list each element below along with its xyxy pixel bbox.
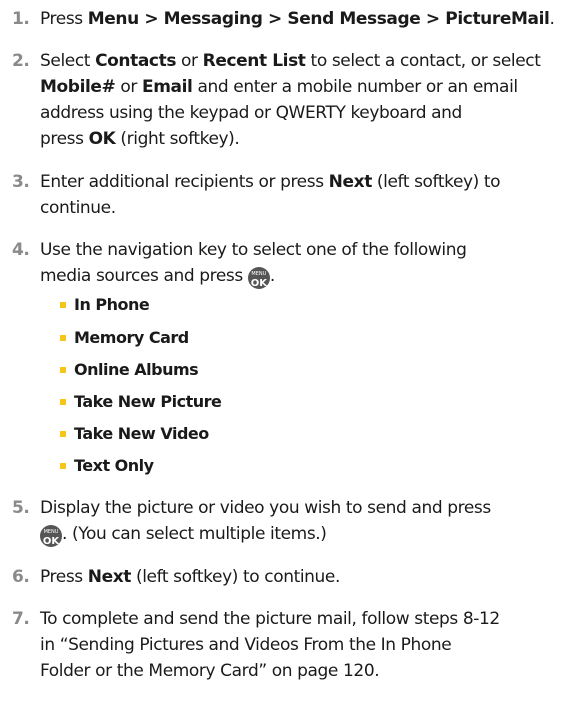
step-text-run: Select xyxy=(40,51,96,71)
menu-ok-key-icon: MENU OK xyxy=(40,525,62,547)
step-text-run: (left softkey) to xyxy=(371,172,501,192)
step-text-run: Press xyxy=(40,567,88,587)
step-text: To complete and send the picture mail, f… xyxy=(40,606,580,684)
media-source-item: Online Albums xyxy=(60,359,474,381)
bullet-icon xyxy=(60,463,66,469)
bullet-icon xyxy=(60,431,66,437)
bullet-icon xyxy=(60,399,66,405)
step-text-run: Press xyxy=(40,9,88,29)
step-number: 5. xyxy=(12,498,30,518)
step-number: 4. xyxy=(12,240,30,260)
step-text: Press Menu > Messaging > Send Message > … xyxy=(40,6,580,32)
media-source-item: In Phone xyxy=(60,294,474,316)
emphasis-text: Contacts xyxy=(95,51,177,71)
emphasis-text: Next xyxy=(328,172,373,192)
step-text-run: Use the navigation key to select one of … xyxy=(40,240,467,260)
step-text-run: . xyxy=(549,9,555,29)
bullet-icon xyxy=(60,367,66,373)
media-source-item: Take New Picture xyxy=(60,391,474,413)
step-text-run: Display the picture or video you wish to… xyxy=(40,498,491,518)
emphasis-text: Menu > Messaging > Send Message > Pictur… xyxy=(87,9,550,29)
step-text-run: or xyxy=(115,77,143,97)
emphasis-text: Email xyxy=(142,77,193,97)
step-text: Select Contacts or Recent List to select… xyxy=(40,48,580,152)
step-text: Use the navigation key to select one of … xyxy=(40,237,580,289)
step-text-run: to select a contact, or select xyxy=(305,51,541,71)
step-text-run: and enter a mobile number or an email xyxy=(192,77,518,97)
step-number: 1. xyxy=(12,9,30,29)
step-text-run: media sources and press xyxy=(40,266,248,286)
step-number: 6. xyxy=(12,567,30,587)
step-text-run: Enter additional recipients or press xyxy=(40,172,329,192)
emphasis-text: Mobile# xyxy=(40,77,116,97)
step-number: 3. xyxy=(12,172,30,192)
bullet-icon xyxy=(60,302,66,308)
instruction-page: 1. Press Menu > Messaging > Send Message … xyxy=(0,0,586,715)
step-text-run: (right softkey). xyxy=(115,129,240,149)
step-text-run: . (You can select multiple items.) xyxy=(62,524,327,544)
step-text-run: continue. xyxy=(40,198,116,218)
step-text-run: address using the keypad or QWERTY keybo… xyxy=(40,103,462,123)
step-text: Display the picture or video you wish to… xyxy=(40,495,580,547)
step-text: Press Next (left softkey) to continue. xyxy=(40,564,580,590)
step-text-run: . xyxy=(269,266,275,286)
step-text-run: Folder or the Memory Card” on page 120. xyxy=(40,661,380,681)
bullet-icon xyxy=(60,335,66,341)
step-text-run: press xyxy=(40,129,89,149)
step-text: Enter additional recipients or press Nex… xyxy=(40,169,580,221)
step-text-run: To complete and send the picture mail, f… xyxy=(40,609,500,629)
step-number: 7. xyxy=(12,609,30,629)
media-source-item: Take New Video xyxy=(60,423,474,445)
menu-ok-key-icon: MENU OK xyxy=(247,267,270,289)
emphasis-text: OK xyxy=(88,129,116,149)
media-source-item: Text Only xyxy=(60,455,474,477)
step-text-run: or xyxy=(176,51,203,71)
step-number: 2. xyxy=(12,51,30,71)
media-source-item: Memory Card xyxy=(60,327,474,349)
emphasis-text: Next xyxy=(87,567,132,587)
emphasis-text: Recent List xyxy=(202,51,306,71)
step-text-run: (left softkey) to continue. xyxy=(131,567,340,587)
step-text-run: in “Sending Pictures and Videos From the… xyxy=(40,635,452,655)
